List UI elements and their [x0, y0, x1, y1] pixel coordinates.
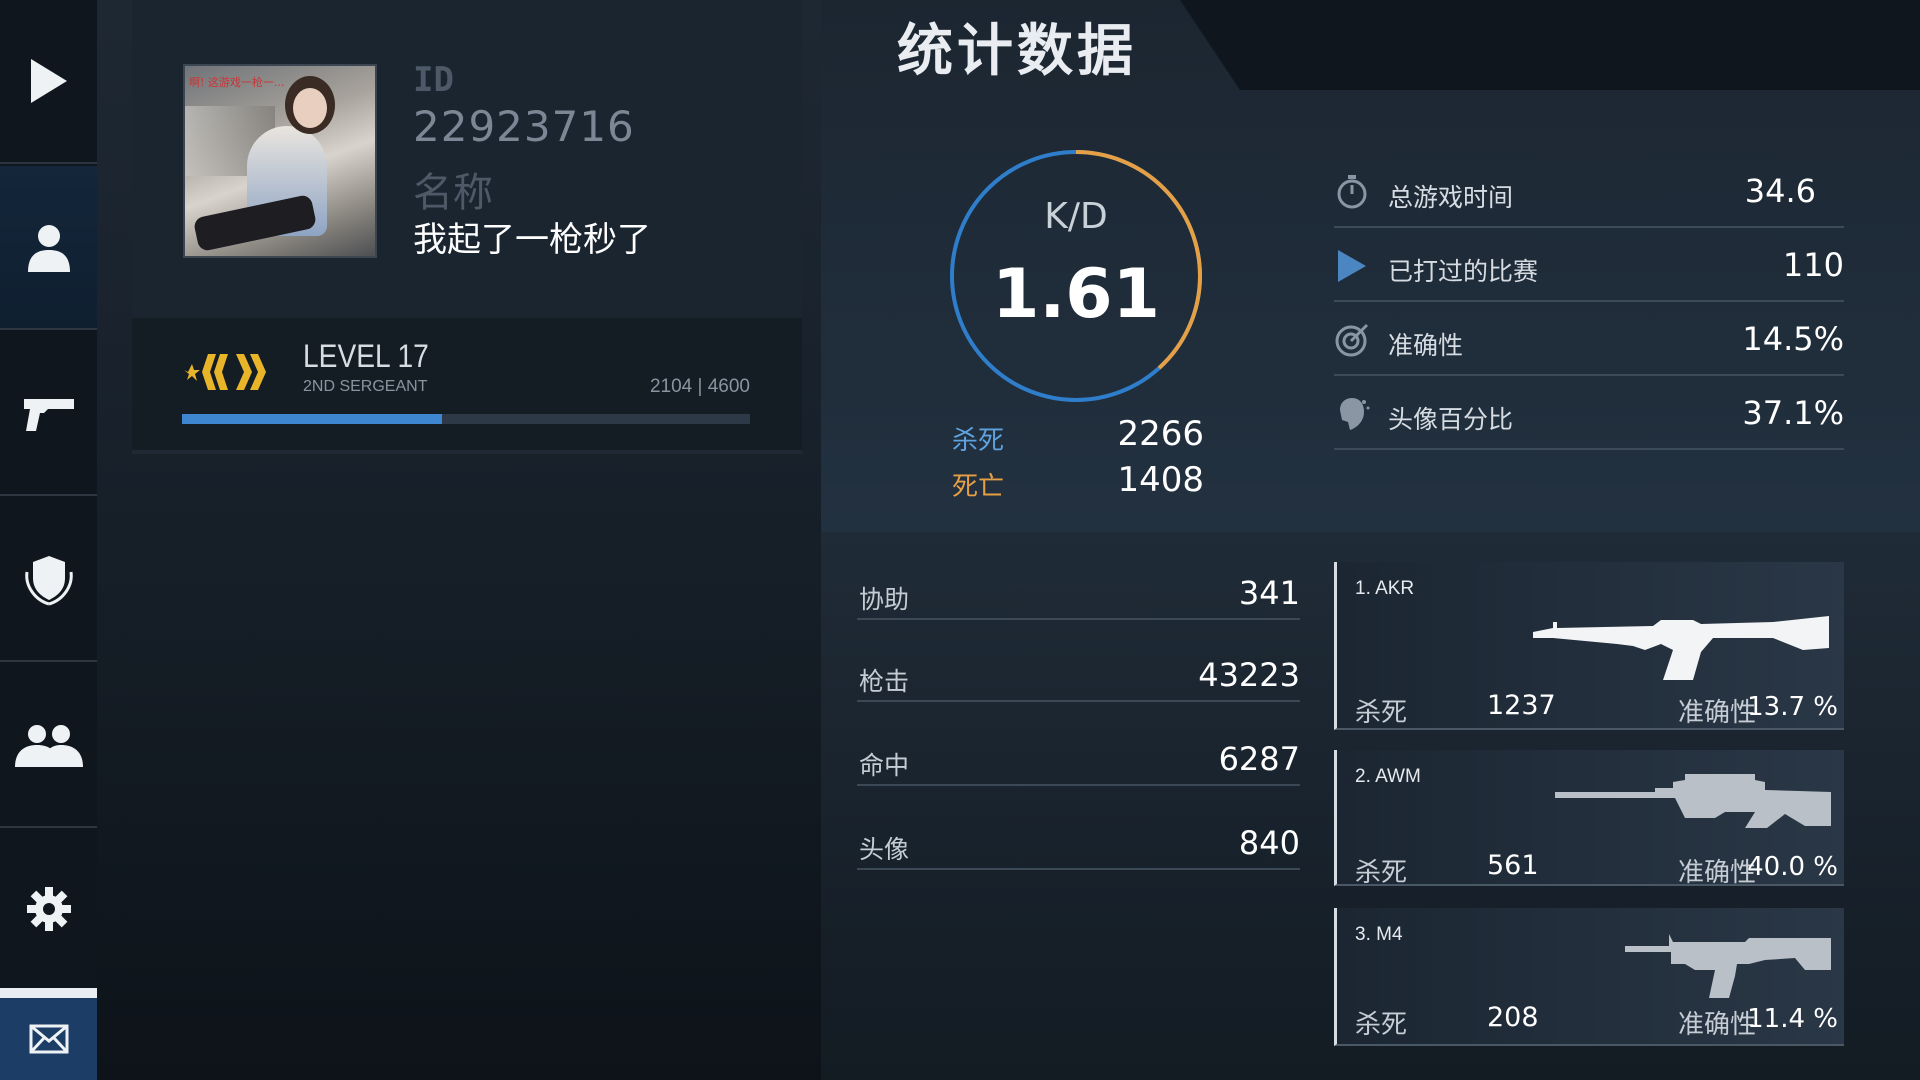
level-panel: LEVEL 17 2ND SERGEANT 2104 | 4600 [132, 318, 802, 454]
sidebar [0, 0, 97, 1080]
detail-value: 840 [1238, 824, 1300, 862]
page-title: 统计数据 [897, 19, 1137, 84]
stat-value: 34.6 [1744, 172, 1816, 210]
friends-icon [14, 725, 83, 767]
kills-value: 2266 [1117, 414, 1204, 454]
avatar-caption: 啊! 这游戏一枪一... [189, 76, 285, 89]
detail-label: 头像 [859, 835, 910, 864]
weapon-acc-label: 准确性 [1677, 858, 1756, 888]
sidebar-item-mail[interactable] [0, 988, 97, 1080]
weapon-acc: 11.4 % [1747, 1004, 1838, 1034]
weapon-card-awm[interactable]: 2. AWM 杀死 561 准确性 40.0 % [1334, 750, 1844, 888]
weapon-acc: 40.0 % [1747, 852, 1838, 882]
kd-label: K/D [1044, 196, 1108, 237]
detail-row-shots: 枪击 43223 [857, 618, 1300, 702]
weapon-kills-label: 杀死 [1355, 698, 1408, 728]
akr-rifle-icon [1533, 616, 1829, 680]
stat-label: 已打过的比赛 [1388, 257, 1539, 286]
stopwatch-icon [1337, 175, 1367, 209]
stat-label: 总游戏时间 [1388, 183, 1514, 212]
level-text: LEVEL 17 [303, 338, 429, 374]
m4-rifle-icon [1625, 934, 1831, 998]
sidebar-item-clan[interactable] [0, 498, 97, 662]
weapon-kills-label: 杀死 [1355, 858, 1408, 888]
xp-progress-fill [182, 414, 442, 424]
weapon-kills-label: 杀死 [1355, 1010, 1408, 1040]
weapon-name: 3. M4 [1355, 924, 1403, 945]
play-icon [1338, 250, 1366, 282]
weapon-card-akr[interactable]: 1. AKR 杀死 1237 准确性 13.7 % [1334, 562, 1844, 730]
weapon-acc: 13.7 % [1747, 692, 1838, 722]
weapon-kills: 561 [1487, 850, 1539, 881]
settings-gear-icon [26, 887, 71, 931]
stat-row-playtime: 总游戏时间 34.6 [1334, 154, 1844, 228]
sidebar-item-settings[interactable] [0, 830, 97, 988]
avatar[interactable]: 啊! 这游戏一枪一... [183, 64, 377, 258]
stat-value: 14.5% [1742, 320, 1844, 358]
mail-icon [29, 1024, 68, 1054]
sidebar-item-play[interactable] [0, 0, 97, 164]
detail-value: 341 [1238, 574, 1300, 612]
xp-text: 2104 | 4600 [649, 376, 750, 397]
kills-label: 杀死 [952, 426, 1005, 456]
profile-icon [27, 225, 70, 272]
stat-value: 110 [1782, 246, 1844, 284]
weapon-name: 2. AWM [1355, 766, 1421, 787]
detail-row-hits: 命中 6287 [857, 702, 1300, 786]
play-icon [30, 59, 67, 103]
detail-value: 6287 [1218, 740, 1300, 778]
awm-rifle-icon [1555, 774, 1831, 828]
deaths-label: 死亡 [952, 472, 1005, 502]
stat-row-headshot: 头像百分比 37.1% [1334, 376, 1844, 450]
stat-row-accuracy: 准确性 14.5% [1334, 302, 1844, 376]
deaths-value: 1408 [1117, 460, 1204, 500]
sidebar-item-weapons[interactable] [0, 332, 97, 496]
stat-label: 头像百分比 [1388, 405, 1514, 434]
kd-value: 1.61 [992, 255, 1160, 334]
stat-value: 37.1% [1742, 394, 1844, 432]
rank-chevrons-icon [184, 354, 266, 390]
id-label: ID [413, 60, 454, 100]
headshot-icon [1340, 398, 1370, 430]
stat-row-matches: 已打过的比赛 110 [1334, 228, 1844, 302]
player-name: 我起了一枪秒了 [413, 220, 651, 260]
clan-shield-icon [24, 556, 73, 606]
pistol-icon [23, 399, 74, 431]
sidebar-item-profile[interactable] [0, 166, 97, 330]
weapon-acc-label: 准确性 [1677, 698, 1756, 728]
detail-row-assists: 协助 341 [857, 536, 1300, 620]
xp-progress-bar [182, 414, 750, 424]
sidebar-item-friends[interactable] [0, 664, 97, 828]
rank-name: 2ND SERGEANT [303, 378, 428, 395]
weapon-acc-label: 准确性 [1677, 1010, 1756, 1040]
title-bar-dark [1180, 0, 1920, 90]
weapon-card-m4[interactable]: 3. M4 杀死 208 准确性 11.4 % [1334, 908, 1844, 1046]
detail-label: 协助 [859, 585, 910, 614]
detail-label: 命中 [859, 751, 910, 780]
detail-value: 43223 [1198, 656, 1300, 694]
detail-label: 枪击 [859, 667, 910, 696]
name-label: 名称 [413, 170, 493, 216]
target-icon [1335, 323, 1369, 357]
weapon-kills: 1237 [1487, 690, 1556, 721]
weapon-kills: 208 [1487, 1002, 1539, 1033]
stat-label: 准确性 [1388, 331, 1464, 360]
player-id: 22923716 [413, 102, 635, 151]
profile-card: 啊! 这游戏一枪一... ID 22923716 名称 我起了一枪秒了 [132, 0, 802, 318]
detail-row-headshots: 头像 840 [857, 786, 1300, 870]
weapon-name: 1. AKR [1355, 578, 1415, 599]
